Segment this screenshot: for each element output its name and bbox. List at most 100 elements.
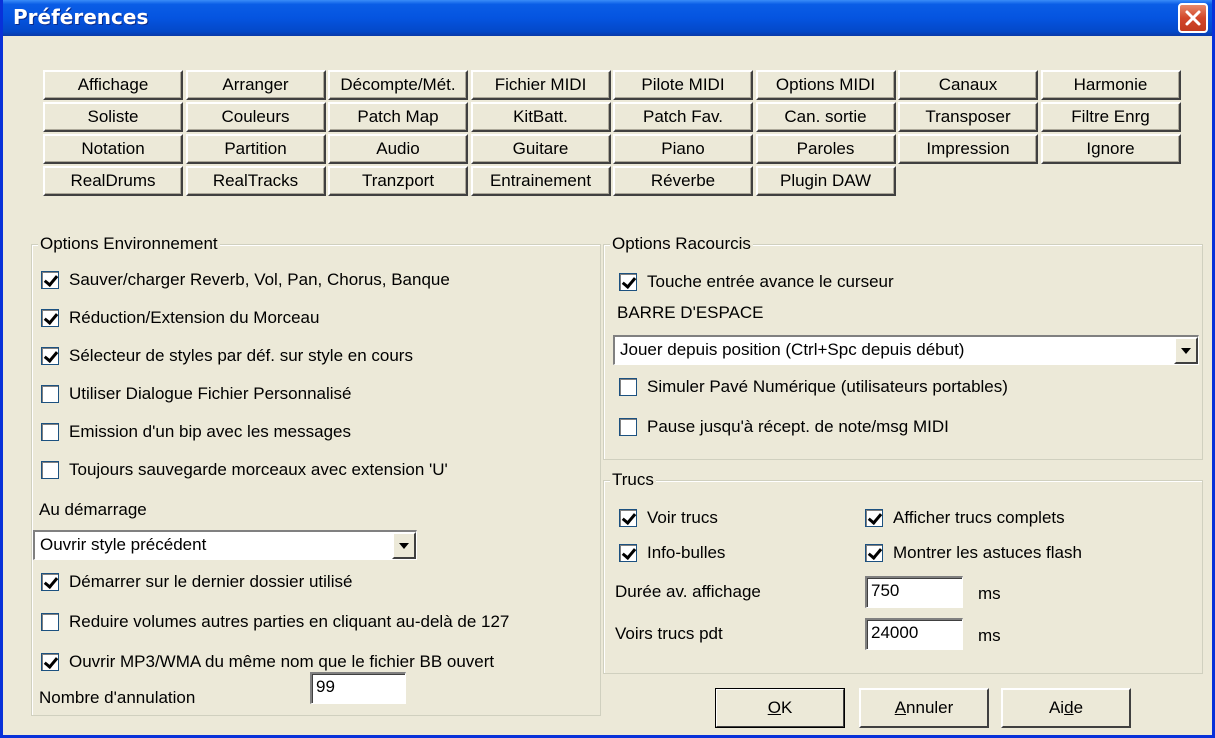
tab-pilote-midi[interactable]: Pilote MIDI bbox=[613, 70, 753, 100]
option-env-opts-1[interactable]: Réduction/Extension du Morceau bbox=[41, 308, 319, 328]
tip-duration-unit: ms bbox=[978, 626, 1001, 645]
tab-partition[interactable]: Partition bbox=[185, 134, 326, 164]
tab-harmonie[interactable]: Harmonie bbox=[1040, 70, 1181, 100]
option-label: Réduction/Extension du Morceau bbox=[69, 308, 320, 327]
preferences-dialog: Préférences Affichage Arranger Décompte/Mé… bbox=[0, 0, 1215, 738]
tab-ignore[interactable]: Ignore bbox=[1040, 134, 1181, 164]
tab-audio[interactable]: Audio bbox=[328, 134, 468, 164]
pause-until-midi-option[interactable]: Pause jusqu'à récept. de note/msg MIDI bbox=[619, 417, 949, 437]
option-label: Utiliser Dialogue Fichier Personnalisé bbox=[69, 384, 352, 403]
environment-options-title: Options Environnement bbox=[38, 234, 220, 254]
tab-kitbatt[interactable]: KitBatt. bbox=[470, 102, 611, 132]
startup-select-value: Ouvrir style précédent bbox=[40, 535, 207, 554]
simulate-numpad-label: Simuler Pavé Numérique (utilisateurs por… bbox=[647, 377, 1008, 396]
tab-realdrums[interactable]: RealDrums bbox=[43, 166, 183, 196]
enter-advances-cursor-checkbox[interactable] bbox=[619, 273, 637, 291]
pause-until-midi-checkbox[interactable] bbox=[619, 418, 637, 436]
flash-tips-checkbox[interactable] bbox=[865, 544, 883, 562]
tab-impression[interactable]: Impression bbox=[898, 134, 1038, 164]
pause-until-midi-label: Pause jusqu'à récept. de note/msg MIDI bbox=[647, 417, 949, 436]
tip-duration-label: Voirs trucs pdt bbox=[615, 624, 723, 643]
option-checkbox[interactable] bbox=[41, 309, 59, 327]
tab-canaux[interactable]: Canaux bbox=[898, 70, 1038, 100]
tab-filtre-enrg[interactable]: Filtre Enrg bbox=[1040, 102, 1181, 132]
full-tips-option[interactable]: Afficher trucs complets bbox=[865, 508, 1065, 528]
option-checkbox[interactable] bbox=[41, 347, 59, 365]
tab-patch-fav[interactable]: Patch Fav. bbox=[613, 102, 753, 132]
title-bar: Préférences bbox=[3, 0, 1212, 36]
tab-options-midi[interactable]: Options MIDI bbox=[755, 70, 896, 100]
chevron-down-icon bbox=[399, 542, 409, 549]
option-env-opts-4[interactable]: Emission d'un bip avec les messages bbox=[41, 422, 351, 442]
enter-advances-cursor-label: Touche entrée avance le curseur bbox=[647, 272, 894, 291]
tab-patch-map[interactable]: Patch Map bbox=[328, 102, 468, 132]
option-checkbox[interactable] bbox=[41, 385, 59, 403]
tab-piano[interactable]: Piano bbox=[613, 134, 753, 164]
simulate-numpad-checkbox[interactable] bbox=[619, 378, 637, 396]
show-tips-option[interactable]: Voir trucs bbox=[619, 508, 718, 528]
option-env-opts2-2[interactable]: Ouvrir MP3/WMA du même nom que le fichie… bbox=[41, 652, 494, 672]
tab-entrainement[interactable]: Entrainement bbox=[470, 166, 611, 196]
option-env-opts-5[interactable]: Toujours sauvegarde morceaux avec extens… bbox=[41, 460, 448, 480]
spacebar-select-value: Jouer depuis position (Ctrl+Spc depuis d… bbox=[620, 340, 965, 359]
help-mnemonic: d bbox=[1064, 698, 1074, 717]
tab-notation[interactable]: Notation bbox=[43, 134, 183, 164]
option-checkbox[interactable] bbox=[41, 613, 59, 631]
simulate-numpad-option[interactable]: Simuler Pavé Numérique (utilisateurs por… bbox=[619, 377, 1008, 397]
tab-can-sortie[interactable]: Can. sortie bbox=[755, 102, 896, 132]
tab-plugin-daw[interactable]: Plugin DAW bbox=[755, 166, 896, 196]
tab-transposer[interactable]: Transposer bbox=[898, 102, 1038, 132]
option-checkbox[interactable] bbox=[41, 271, 59, 289]
flash-tips-label: Montrer les astuces flash bbox=[893, 543, 1082, 562]
tab-soliste[interactable]: Soliste bbox=[43, 102, 183, 132]
option-env-opts-3[interactable]: Utiliser Dialogue Fichier Personnalisé bbox=[41, 384, 352, 404]
chevron-down-icon bbox=[1181, 347, 1191, 354]
tab-fichier-midi[interactable]: Fichier MIDI bbox=[470, 70, 611, 100]
startup-select-dropdown[interactable] bbox=[392, 532, 416, 559]
option-env-opts2-0[interactable]: Démarrer sur le dernier dossier utilisé bbox=[41, 572, 352, 592]
option-label: Toujours sauvegarde morceaux avec extens… bbox=[69, 460, 448, 479]
close-button[interactable] bbox=[1178, 3, 1208, 33]
option-checkbox[interactable] bbox=[41, 653, 59, 671]
tip-delay-field[interactable]: 750 bbox=[865, 576, 963, 608]
tab-affichage[interactable]: Affichage bbox=[43, 70, 183, 100]
tab-reverbe[interactable]: Réverbe bbox=[613, 166, 753, 196]
spacebar-select-dropdown[interactable] bbox=[1174, 337, 1198, 364]
tip-delay-label: Durée av. affichage bbox=[615, 582, 761, 601]
cancel-button[interactable]: Annuler bbox=[859, 688, 989, 728]
tab-realtracks[interactable]: RealTracks bbox=[185, 166, 326, 196]
tab-guitare[interactable]: Guitare bbox=[470, 134, 611, 164]
flash-tips-option[interactable]: Montrer les astuces flash bbox=[865, 543, 1082, 563]
full-tips-label: Afficher trucs complets bbox=[893, 508, 1065, 527]
show-tips-checkbox[interactable] bbox=[619, 509, 637, 527]
tab-paroles[interactable]: Paroles bbox=[755, 134, 896, 164]
tooltips-label: Info-bulles bbox=[647, 543, 726, 562]
close-icon bbox=[1185, 10, 1201, 26]
option-env-opts-0[interactable]: Sauver/charger Reverb, Vol, Pan, Chorus,… bbox=[41, 270, 450, 290]
option-checkbox[interactable] bbox=[41, 423, 59, 441]
cancel-mnemonic: A bbox=[894, 698, 907, 717]
option-env-opts2-1[interactable]: Reduire volumes autres parties en cliqua… bbox=[41, 612, 509, 632]
tab-arranger[interactable]: Arranger bbox=[185, 70, 326, 100]
full-tips-checkbox[interactable] bbox=[865, 509, 883, 527]
option-checkbox[interactable] bbox=[41, 461, 59, 479]
tab-tranzport[interactable]: Tranzport bbox=[328, 166, 468, 196]
option-env-opts-2[interactable]: Sélecteur de styles par déf. sur style e… bbox=[41, 346, 413, 366]
enter-advances-cursor-option[interactable]: Touche entrée avance le curseur bbox=[619, 272, 894, 292]
cancel-label: nnuler bbox=[906, 698, 954, 717]
tooltips-option[interactable]: Info-bulles bbox=[619, 543, 725, 563]
undo-count-field[interactable]: 99 bbox=[310, 672, 406, 704]
startup-select[interactable]: Ouvrir style précédent bbox=[33, 530, 417, 560]
tooltips-checkbox[interactable] bbox=[619, 544, 637, 562]
show-tips-label: Voir trucs bbox=[647, 508, 718, 527]
ok-button[interactable]: OK bbox=[715, 688, 845, 728]
option-label: Démarrer sur le dernier dossier utilisé bbox=[69, 572, 353, 591]
help-button[interactable]: Ai d e bbox=[1001, 688, 1131, 728]
tab-couleurs[interactable]: Couleurs bbox=[185, 102, 326, 132]
option-checkbox[interactable] bbox=[41, 573, 59, 591]
tab-decompte-met[interactable]: Décompte/Mét. bbox=[328, 70, 468, 100]
option-label: Sélecteur de styles par déf. sur style e… bbox=[69, 346, 413, 365]
tip-duration-field[interactable]: 24000 bbox=[865, 618, 963, 650]
spacebar-select[interactable]: Jouer depuis position (Ctrl+Spc depuis d… bbox=[613, 335, 1199, 365]
tip-delay-unit: ms bbox=[978, 584, 1001, 603]
